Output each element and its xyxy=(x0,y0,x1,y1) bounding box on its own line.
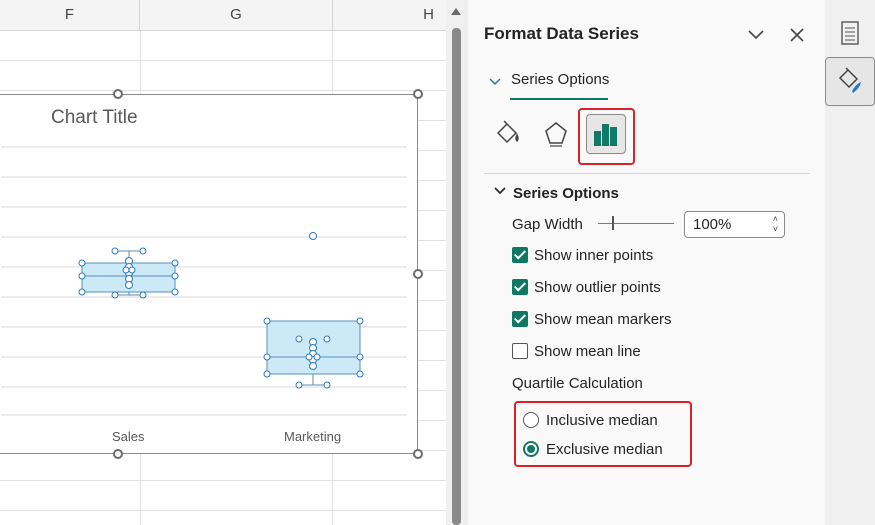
data-point xyxy=(128,266,136,274)
side-rail xyxy=(825,0,875,525)
data-point xyxy=(122,266,130,274)
selection-handle xyxy=(295,335,303,343)
gap-width-spinbox[interactable]: 100% ˄ ˅ xyxy=(684,211,785,238)
divider xyxy=(484,173,810,174)
show-inner-points-checkbox[interactable] xyxy=(512,247,528,263)
show-mean-markers-checkbox[interactable] xyxy=(512,311,528,327)
selection-handle xyxy=(139,291,147,299)
selection-handle xyxy=(111,247,119,255)
column-header-label: G xyxy=(230,6,242,23)
column-header-label: H xyxy=(423,6,434,23)
selection-handle xyxy=(356,353,364,361)
category-label-sales: Sales xyxy=(112,429,145,444)
spin-down-icon[interactable]: ˅ xyxy=(773,224,778,234)
chevron-down-icon[interactable] xyxy=(747,28,765,42)
highlight-box-quartile xyxy=(514,401,692,467)
scroll-up-arrow-icon[interactable] xyxy=(451,8,461,15)
column-header-g[interactable]: G xyxy=(140,0,333,30)
box-plot-svg xyxy=(1,146,407,416)
paint-bucket-icon xyxy=(496,120,519,144)
spin-up-icon[interactable]: ˄ xyxy=(773,214,778,224)
scroll-thumb[interactable] xyxy=(452,28,461,525)
selection-handle xyxy=(171,259,179,267)
box-sales[interactable] xyxy=(78,247,179,299)
chart-resize-handle-top[interactable] xyxy=(113,89,123,99)
chart-resize-handle-right[interactable] xyxy=(413,269,423,279)
selection-handle xyxy=(263,370,271,378)
show-outlier-points-label[interactable]: Show outlier points xyxy=(534,279,661,296)
selection-handle xyxy=(78,272,86,280)
chart-resize-handle-top-right[interactable] xyxy=(413,89,423,99)
spreadsheet-area: F G H Chart Title Sales Marketing xyxy=(0,0,446,525)
tab-underline xyxy=(510,98,608,100)
column-header-bar: F G H xyxy=(0,0,446,31)
show-mean-line-label[interactable]: Show mean line xyxy=(534,343,641,360)
data-point xyxy=(125,281,133,289)
close-icon[interactable] xyxy=(789,27,805,43)
column-header-label: F xyxy=(64,6,75,23)
quartile-calculation-label: Quartile Calculation xyxy=(512,375,643,392)
vertical-scrollbar[interactable] xyxy=(446,0,468,525)
selection-handle xyxy=(263,317,271,325)
selection-handle xyxy=(323,381,331,389)
document-icon xyxy=(841,21,859,45)
data-point xyxy=(305,353,313,361)
gap-width-slider-track[interactable] xyxy=(598,223,674,224)
selection-handle xyxy=(323,335,331,343)
box-marketing[interactable] xyxy=(263,232,364,389)
selection-handle xyxy=(111,291,119,299)
selection-handle xyxy=(171,288,179,296)
gridlines xyxy=(1,146,407,416)
category-label-marketing: Marketing xyxy=(284,429,342,444)
effects-tab[interactable] xyxy=(534,112,578,158)
column-header-f[interactable]: F xyxy=(0,0,140,30)
show-inner-points-label[interactable]: Show inner points xyxy=(534,247,653,264)
selection-handle xyxy=(139,247,147,255)
highlight-box-series-options xyxy=(578,108,635,165)
rail-button-document[interactable] xyxy=(825,8,875,58)
show-mean-markers-label[interactable]: Show mean markers xyxy=(534,311,672,328)
pentagon-icon xyxy=(545,122,567,147)
fill-line-tab[interactable] xyxy=(485,112,529,158)
rail-button-format[interactable] xyxy=(825,57,875,106)
selection-handle xyxy=(356,370,364,378)
tab-series-options[interactable]: Series Options xyxy=(511,71,609,88)
selection-handle xyxy=(78,288,86,296)
pane-title: Format Data Series xyxy=(484,24,639,43)
paintbrush-icon xyxy=(838,67,861,93)
section-series-options[interactable]: Series Options xyxy=(513,185,619,202)
selection-handle xyxy=(295,381,303,389)
chevron-down-icon[interactable] xyxy=(488,77,502,87)
chart-resize-handle-bottom-right[interactable] xyxy=(413,449,423,459)
gap-width-slider-thumb[interactable] xyxy=(612,216,614,230)
show-outlier-points-checkbox[interactable] xyxy=(512,279,528,295)
selection-handle xyxy=(171,272,179,280)
gap-width-label: Gap Width xyxy=(512,216,583,233)
show-mean-line-checkbox[interactable] xyxy=(512,343,528,359)
data-point xyxy=(309,362,317,370)
chevron-down-icon[interactable] xyxy=(493,186,507,196)
data-point xyxy=(313,353,321,361)
gap-width-value[interactable]: 100% xyxy=(693,216,731,233)
selection-handle xyxy=(263,353,271,361)
chart-resize-handle-bottom[interactable] xyxy=(113,449,123,459)
outlier-point xyxy=(309,232,317,240)
selection-handle xyxy=(356,317,364,325)
chart-area[interactable]: Chart Title Sales Marketing xyxy=(0,94,418,454)
format-data-series-pane: Format Data Series Series Options Series… xyxy=(468,0,825,525)
selection-handle xyxy=(78,259,86,267)
column-header-h[interactable]: H xyxy=(333,0,446,30)
